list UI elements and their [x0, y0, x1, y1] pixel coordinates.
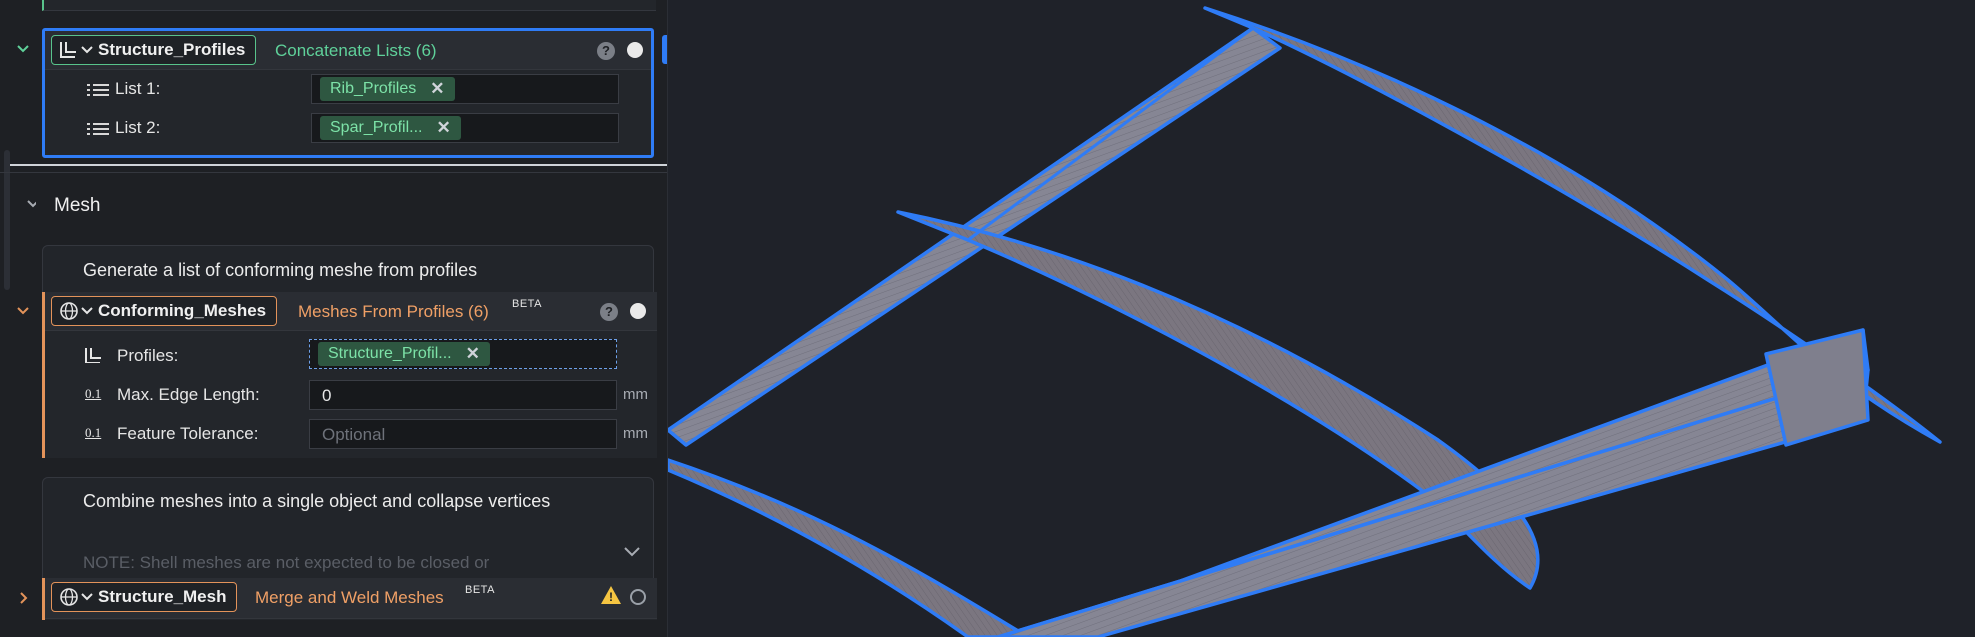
remove-tag-icon[interactable]: ✕	[430, 79, 444, 99]
remove-tag-icon[interactable]: ✕	[466, 344, 480, 364]
node-comment[interactable]: Generate a list of conforming meshe from…	[42, 245, 654, 293]
list-icon	[87, 82, 109, 98]
section-title: Mesh	[54, 195, 101, 216]
row-label: Feature Tolerance:	[117, 424, 259, 443]
reference-tag[interactable]: Spar_Profil... ✕	[320, 116, 461, 140]
comment-text: Generate a list of conforming meshe from…	[83, 260, 478, 280]
row-label: Profiles:	[117, 346, 179, 365]
placeholder-text: Optional	[322, 425, 386, 444]
unit-label: mm	[623, 425, 648, 442]
profile-icon	[85, 348, 101, 363]
edge-line	[967, 26, 1254, 242]
node-header: Structure_Profiles Concatenate Lists (6)…	[45, 31, 651, 70]
status-ring-icon[interactable]	[630, 589, 646, 605]
row-label: List 2:	[115, 118, 161, 137]
number-icon: 0.1	[85, 386, 102, 401]
list-2-input[interactable]: Spar_Profil... ✕	[311, 113, 619, 143]
tag-label: Spar_Profil...	[330, 119, 423, 136]
rear-spar-band	[996, 368, 1870, 637]
node-editor-panel[interactable]: Structure_Profiles Concatenate Lists (6)…	[0, 0, 668, 637]
profiles-input[interactable]: Structure_Profil... ✕	[309, 339, 617, 369]
reference-tag[interactable]: Structure_Profil... ✕	[318, 342, 490, 366]
panel-scrollbar[interactable]	[4, 150, 10, 290]
profiles-row: Profiles: Structure_Profil... ✕	[45, 337, 657, 375]
list-1-input[interactable]: Rib_Profiles ✕	[311, 74, 619, 104]
tag-label: Structure_Profil...	[328, 345, 452, 362]
node-operation: Meshes From Profiles (6)	[298, 302, 489, 321]
max-edge-length-row: 0.1 Max. Edge Length: 0 mm	[45, 376, 657, 414]
number-icon: 0.1	[85, 425, 102, 440]
list-2-row: List 2: Spar_Profil... ✕	[45, 109, 651, 147]
rib-inner	[668, 458, 1030, 637]
beta-badge: BETA	[512, 298, 542, 310]
help-icon[interactable]: ?	[600, 303, 618, 321]
tag-label: Rib_Profiles	[330, 80, 417, 97]
mesh-icon	[58, 300, 94, 322]
unit-label: mm	[623, 386, 648, 403]
max-edge-length-input[interactable]: 0	[309, 380, 617, 410]
node-name: Structure_Profiles	[98, 40, 246, 59]
feature-tolerance-input[interactable]: Optional	[309, 419, 617, 449]
structure-mesh-node[interactable]: Structure_Mesh Merge and Weld Meshes BET…	[42, 578, 657, 620]
list-icon	[87, 121, 109, 137]
previous-node-fragment	[42, 0, 656, 11]
node-header: Conforming_Meshes Meshes From Profiles (…	[45, 292, 657, 331]
node-name-chip[interactable]: Conforming_Meshes	[51, 296, 278, 326]
node-name: Structure_Mesh	[98, 587, 227, 606]
remove-tag-icon[interactable]: ✕	[436, 118, 450, 138]
expand-chevron-icon[interactable]	[19, 591, 29, 605]
row-label: Max. Edge Length:	[117, 385, 260, 404]
beta-badge: BETA	[465, 584, 495, 596]
node-operation: Merge and Weld Meshes	[255, 588, 444, 607]
node-operation: Concatenate Lists (6)	[275, 41, 437, 60]
node-name-chip[interactable]: Structure_Mesh	[51, 582, 238, 612]
conforming-meshes-node[interactable]: Conforming_Meshes Meshes From Profiles (…	[42, 292, 657, 458]
mesh-icon	[58, 586, 94, 608]
warning-mark: !	[609, 590, 613, 604]
reference-tag[interactable]: Rib_Profiles ✕	[320, 77, 455, 101]
spar-joint	[1764, 328, 1870, 447]
comment-text: Combine meshes into a single object and …	[83, 491, 551, 511]
status-dot-icon[interactable]	[627, 42, 643, 58]
node-comment[interactable]: Combine meshes into a single object and …	[42, 477, 654, 579]
structure-profiles-node[interactable]: Structure_Profiles Concatenate Lists (6)…	[42, 28, 654, 158]
node-header: Structure_Mesh Merge and Weld Meshes BET…	[45, 578, 657, 619]
node-name-chip[interactable]: Structure_Profiles	[51, 35, 257, 65]
wing-structure-render[interactable]	[668, 0, 1975, 637]
help-icon[interactable]: ?	[597, 42, 615, 60]
profile-icon	[58, 39, 94, 61]
row-label: List 1:	[115, 79, 161, 98]
collapse-chevron-icon[interactable]	[16, 44, 30, 54]
3d-viewport[interactable]	[668, 0, 1975, 637]
divider-line	[0, 172, 667, 173]
collapse-chevron-icon[interactable]	[16, 306, 30, 316]
node-name: Conforming_Meshes	[98, 301, 267, 320]
list-1-row: List 1: Rib_Profiles ✕	[45, 70, 651, 108]
expand-comment-chevron-icon[interactable]	[623, 546, 641, 558]
section-collapse-chevron-icon[interactable]	[26, 199, 36, 209]
section-divider[interactable]	[10, 164, 667, 166]
comment-note: NOTE: Shell meshes are not expected to b…	[83, 553, 490, 572]
status-dot-icon[interactable]	[630, 303, 646, 319]
feature-tolerance-row: 0.1 Feature Tolerance: Optional mm	[45, 415, 657, 453]
